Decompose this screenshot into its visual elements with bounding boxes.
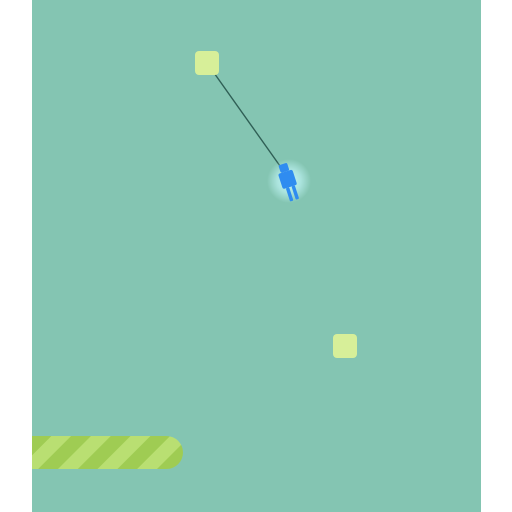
grapple-anchor-next[interactable] — [333, 334, 357, 358]
sky-background — [32, 0, 481, 512]
game-viewport — [0, 0, 512, 512]
right-letterbox — [481, 0, 512, 512]
game-playfield[interactable] — [32, 0, 481, 512]
left-letterbox — [0, 0, 32, 512]
game-scene[interactable] — [32, 0, 481, 512]
grapple-anchor-active[interactable] — [195, 51, 219, 75]
floor-platform — [32, 436, 183, 469]
